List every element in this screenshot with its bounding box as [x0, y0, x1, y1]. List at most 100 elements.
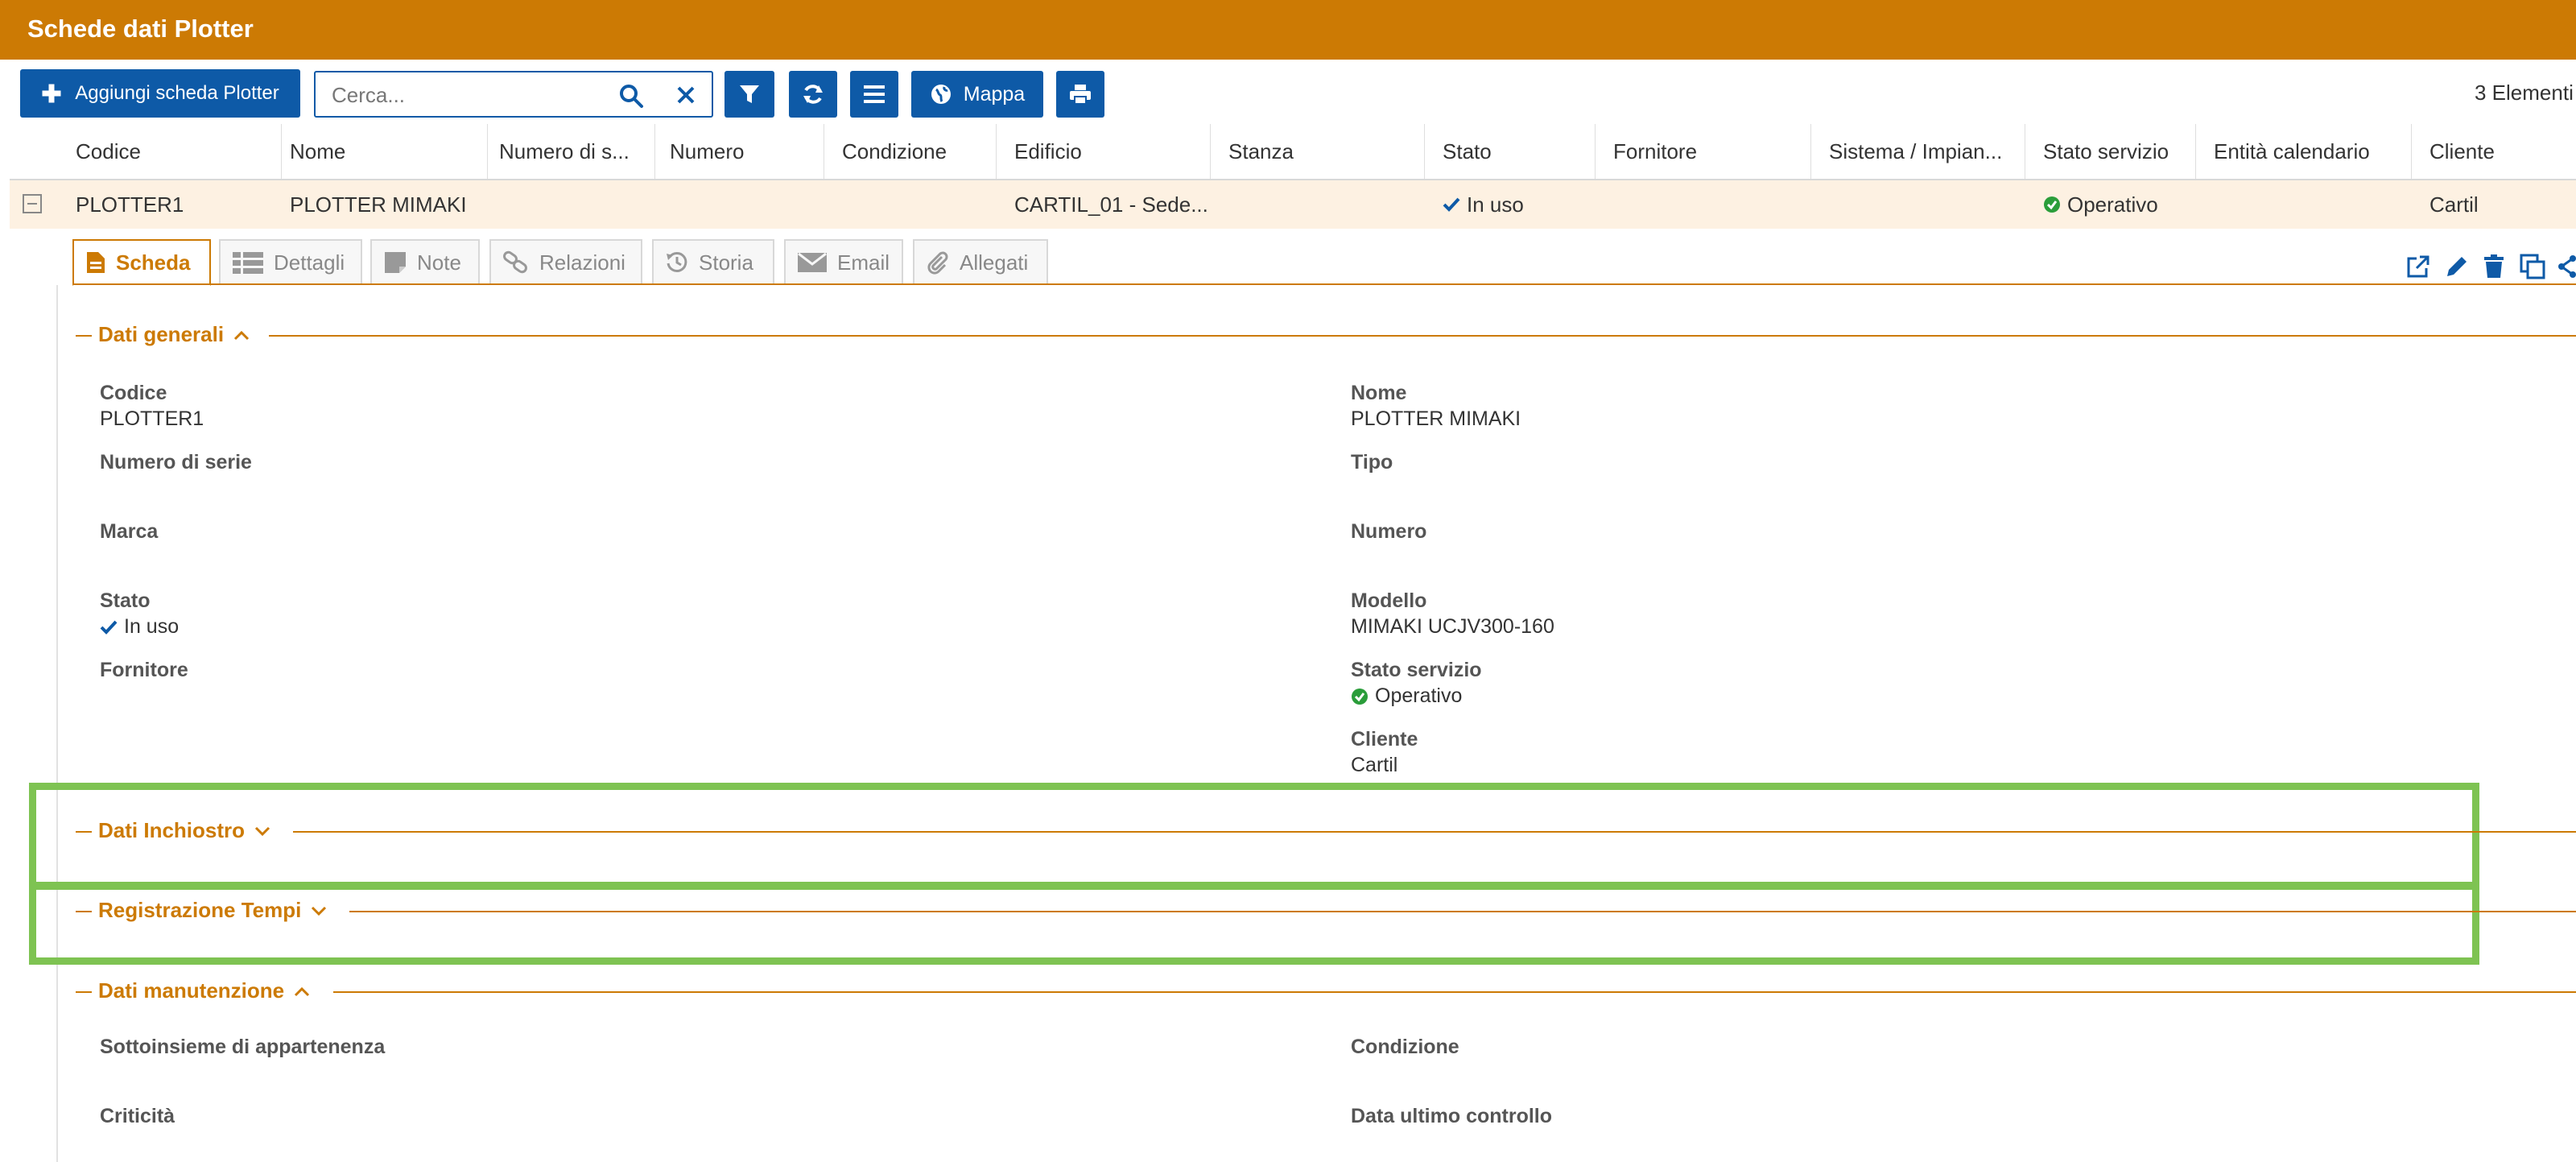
section-line-manutenzione: [333, 991, 2576, 993]
label-stato-servizio: Stato servizio: [1351, 659, 1482, 681]
tab-storia[interactable]: Storia: [652, 239, 774, 284]
cell-stato-servizio: Operativo: [2025, 180, 2196, 229]
tab-allegati-label: Allegati: [960, 250, 1029, 275]
value-stato-text: In uso: [124, 615, 180, 638]
collapse-row-icon[interactable]: [23, 194, 42, 213]
section-title-inchiostro[interactable]: Dati Inchiostro: [92, 818, 278, 843]
label-data-ultimo-controllo: Data ultimo controllo: [1351, 1105, 1552, 1127]
column-header-numero[interactable]: Numero: [652, 124, 824, 179]
cell-codice: PLOTTER1: [76, 192, 184, 217]
value-codice: PLOTTER1: [100, 407, 204, 430]
cell-stato: In uso: [1425, 180, 1596, 229]
open-external-icon[interactable]: [2405, 254, 2431, 279]
page-title: Schede dati Plotter: [27, 14, 254, 43]
label-criticita: Criticità: [100, 1105, 175, 1127]
trash-icon[interactable]: [2483, 254, 2505, 279]
chevron-up-icon[interactable]: [294, 986, 310, 997]
label-fornitore: Fornitore: [100, 659, 188, 681]
tab-email[interactable]: Email: [784, 239, 903, 284]
tab-note[interactable]: Note: [370, 239, 480, 284]
section-title-manutenzione[interactable]: Dati manutenzione: [92, 978, 317, 1003]
label-numero-serie: Numero di serie: [100, 451, 252, 473]
section-title-manutenzione-text: Dati manutenzione: [98, 978, 285, 1003]
title-bar: Schede dati Plotter: [0, 0, 2576, 60]
cell-stato-servizio-text: Operativo: [2067, 192, 2158, 217]
share-icon[interactable]: [2557, 254, 2576, 279]
menu-button[interactable]: [850, 71, 898, 118]
refresh-button[interactable]: [789, 71, 837, 118]
label-stato: Stato: [100, 589, 151, 612]
table-icon: [233, 252, 263, 274]
value-stato-servizio: Operativo: [1351, 684, 1462, 708]
printer-icon: [1070, 85, 1091, 105]
value-stato-servizio-text: Operativo: [1375, 684, 1463, 707]
column-header-stato-servizio[interactable]: Stato servizio: [2025, 124, 2196, 179]
column-header-stato[interactable]: Stato: [1425, 124, 1596, 179]
tab-allegati[interactable]: Allegati: [913, 239, 1048, 284]
label-marca: Marca: [100, 520, 159, 543]
label-cliente: Cliente: [1351, 728, 1418, 751]
column-header-fornitore[interactable]: Fornitore: [1596, 124, 1811, 179]
column-header-condizione[interactable]: Condizione: [824, 124, 997, 179]
list-icon: [864, 85, 885, 103]
tabs-underline: [72, 283, 2576, 285]
envelope-icon: [798, 252, 827, 272]
tab-relazioni-label: Relazioni: [539, 250, 625, 275]
add-plotter-label: Aggiungi scheda Plotter: [75, 82, 279, 104]
cell-nome: PLOTTER MIMAKI: [290, 192, 467, 217]
edit-pencil-icon[interactable]: [2444, 254, 2470, 279]
filter-icon: [740, 85, 759, 103]
column-header-edificio[interactable]: Edificio: [997, 124, 1211, 179]
check-icon: [1443, 197, 1460, 212]
tab-scheda-label: Scheda: [116, 250, 191, 275]
copy-icon[interactable]: [2520, 254, 2545, 279]
column-header-nome[interactable]: Nome: [272, 124, 488, 179]
grid-header: Codice Nome Numero di s... Numero Condiz…: [10, 124, 2576, 180]
column-header-stanza[interactable]: Stanza: [1211, 124, 1425, 179]
cell-edificio: CARTIL_01 - Sede...: [1014, 192, 1208, 217]
section-title-inchiostro-text: Dati Inchiostro: [98, 818, 246, 842]
tab-scheda[interactable]: Scheda: [72, 239, 211, 286]
check-icon: [100, 620, 118, 635]
history-icon: [667, 251, 687, 272]
label-tipo: Tipo: [1351, 451, 1393, 473]
refresh-icon: [803, 85, 823, 104]
cell-stato-text: In uso: [1467, 192, 1524, 217]
toolbar: Aggiungi scheda Plotter Mappa 3 Elementi: [0, 60, 2576, 124]
tab-dettagli[interactable]: Dettagli: [219, 239, 362, 284]
chevron-down-icon[interactable]: [311, 905, 327, 916]
section-title-tempi[interactable]: Registrazione Tempi: [92, 898, 334, 923]
filter-button[interactable]: [724, 71, 774, 118]
tab-relazioni[interactable]: Relazioni: [489, 239, 642, 284]
chevron-down-icon[interactable]: [254, 825, 270, 837]
section-line-inchiostro: [293, 831, 2576, 833]
check-circle-icon: [1352, 688, 1368, 705]
section-title-generali[interactable]: Dati generali: [92, 322, 257, 347]
clear-icon[interactable]: [676, 85, 696, 105]
add-plotter-button[interactable]: Aggiungi scheda Plotter: [20, 69, 300, 118]
column-header-sistema-impianto[interactable]: Sistema / Impian...: [1811, 124, 2025, 179]
highlight-box-tempi: [29, 883, 2479, 965]
value-modello: MIMAKI UCJV300-160: [1351, 615, 1554, 638]
value-cliente: Cartil: [1351, 754, 1398, 776]
section-dash: [76, 831, 92, 833]
tab-storia-label: Storia: [699, 250, 753, 275]
cell-cliente: Cartil: [2429, 192, 2479, 217]
note-icon: [385, 252, 406, 273]
column-header-codice[interactable]: Codice: [58, 124, 282, 179]
chevron-up-icon[interactable]: [233, 329, 250, 341]
column-header-entita-calendario[interactable]: Entità calendario: [2196, 124, 2412, 179]
elements-count: 3 Elementi: [2475, 81, 2574, 105]
section-line-generali: [269, 335, 2576, 337]
label-numero: Numero: [1351, 520, 1427, 543]
column-header-cliente[interactable]: Cliente: [2412, 124, 2576, 179]
label-sottoinsieme: Sottoinsieme di appartenenza: [100, 1036, 386, 1058]
print-button[interactable]: [1056, 71, 1104, 118]
tab-note-label: Note: [417, 250, 461, 275]
map-button[interactable]: Mappa: [911, 71, 1043, 118]
search-icon[interactable]: [618, 83, 644, 109]
column-header-numero-serie[interactable]: Numero di s...: [481, 124, 655, 179]
search-input[interactable]: [330, 81, 607, 110]
value-stato: In uso: [100, 615, 179, 639]
table-row[interactable]: PLOTTER1 PLOTTER MIMAKI CARTIL_01 - Sede…: [10, 180, 2576, 229]
